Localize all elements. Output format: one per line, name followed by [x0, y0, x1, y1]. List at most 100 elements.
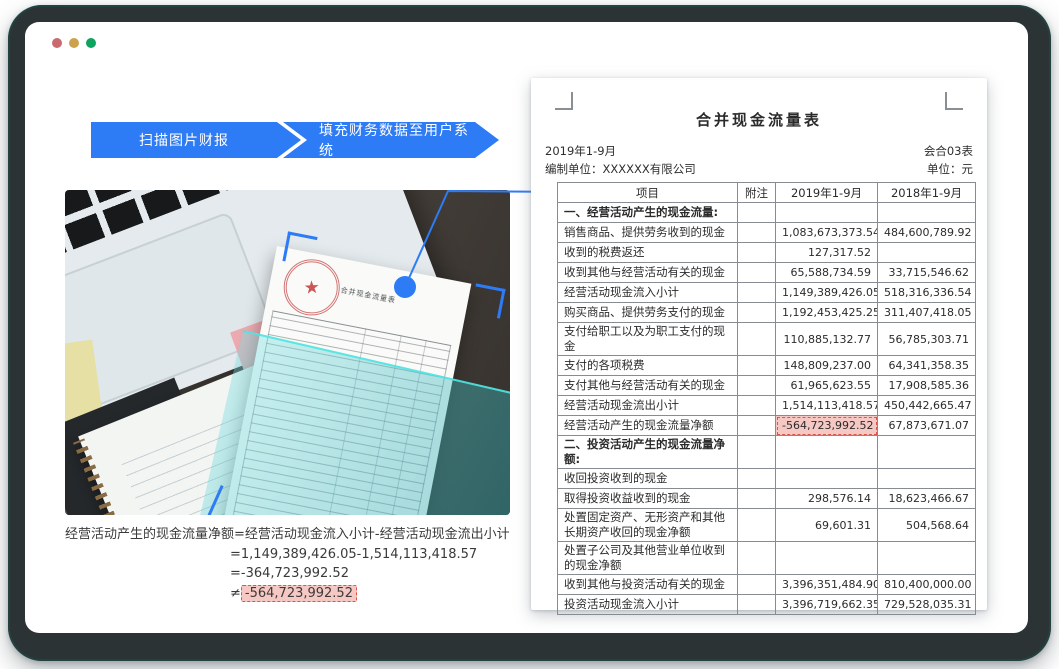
table-cell: 投资活动现金流入小计: [558, 595, 738, 615]
table-cell: 110,885,132.77: [776, 323, 878, 356]
statement-unit: 单位：元: [927, 161, 973, 177]
table-row: 二、投资活动产生的现金流量净额:: [558, 436, 976, 469]
page-meta-row-1: 2019年1-9月 会合03表: [545, 143, 973, 159]
table-row: 经营活动现金流出小计1,514,113,418.57450,442,665.47: [558, 396, 976, 416]
table-cell: 1,149,389,426.05: [776, 283, 878, 303]
step-fill-label: 填充财务数据至用户系统: [319, 120, 481, 160]
table-cell: 729,528,035.31: [878, 595, 976, 615]
table-cell: 经营活动现金流入小计: [558, 283, 738, 303]
table-cell: [738, 243, 776, 263]
table-cell: 1,083,673,373.54: [776, 223, 878, 243]
window-controls: [52, 38, 96, 48]
table-cell: [878, 243, 976, 263]
table-cell: 298,576.14: [776, 489, 878, 509]
not-equal-operator: ≠: [230, 586, 241, 601]
table-cell: [776, 542, 878, 575]
table-cell: 65,588,734.59: [776, 263, 878, 283]
statement-sheet-no: 会合03表: [924, 143, 973, 159]
table-row: 处置子公司及其他营业单位收到的现金净额: [558, 542, 976, 575]
table-row: 购买商品、提供劳务支付的现金1,192,453,425.25311,407,41…: [558, 303, 976, 323]
table-cell: 处置子公司及其他营业单位收到的现金净额: [558, 542, 738, 575]
table-cell: 支付的各项税费: [558, 356, 738, 376]
table-cell: [878, 436, 976, 469]
table-row: 收到其他与投资活动有关的现金3,396,351,484.90810,400,00…: [558, 575, 976, 595]
col-header-2019: 2019年1-9月: [776, 183, 878, 203]
table-cell: [878, 542, 976, 575]
table-header-row: 项目 附注 2019年1-9月 2018年1-9月: [558, 183, 976, 203]
table-cell: 销售商品、提供劳务收到的现金: [558, 223, 738, 243]
close-button[interactable]: [52, 38, 62, 48]
table-row: 经营活动现金流入小计 1,149,389,426.05518,316,336.54: [558, 283, 976, 303]
col-header-note: 附注: [738, 183, 776, 203]
table-cell: [738, 469, 776, 489]
step-scan-label: 扫描图片财报: [139, 130, 229, 150]
table-row: 支付的各项税费 148,809,237.0064,341,358.35: [558, 356, 976, 376]
table-row: 支付其他与经营活动有关的现金61,965,623.5517,908,585.36: [558, 376, 976, 396]
table-cell: 148,809,237.00: [776, 356, 878, 376]
table-cell: -564,723,992.52: [776, 416, 878, 436]
table-cell: 18,623,466.67: [878, 489, 976, 509]
table-cell: 二、投资活动产生的现金流量净额:: [558, 436, 738, 469]
table-cell: [738, 283, 776, 303]
table-cell: 17,908,585.36: [878, 376, 976, 396]
table-cell: 518,316,336.54: [878, 283, 976, 303]
table-cell: [738, 575, 776, 595]
document-page: 合并现金流量表 2019年1-9月 会合03表 编制单位：XXXXXX有限公司 …: [531, 78, 987, 610]
table-row: 收到的税费返还 127,317.52: [558, 243, 976, 263]
table-cell: [738, 223, 776, 243]
table-cell: 484,600,789.92: [878, 223, 976, 243]
table-cell: 69,601.31: [776, 509, 878, 542]
table-cell: 购买商品、提供劳务支付的现金: [558, 303, 738, 323]
app-window: 扫描图片财报 填充财务数据至用户系统 合并现金流量表: [8, 5, 1051, 661]
table-cell: [738, 416, 776, 436]
formula-line-2: =1,149,389,426.05-1,514,113,418.57: [230, 545, 525, 565]
cash-flow-table: 项目 附注 2019年1-9月 2018年1-9月 一、经营活动产生的现金流量:…: [557, 182, 976, 615]
desk-photo: 合并现金流量表 ★: [65, 190, 510, 515]
table-cell: 支付给职工以及为职工支付的现金: [558, 323, 738, 356]
table-row: 收到其他与经营活动有关的现金 65,588,734.5933,715,546.62: [558, 263, 976, 283]
table-cell: 处置固定资产、无形资产和其他长期资产收回的现金净额: [558, 509, 738, 542]
formula-line-3: =-364,723,992.52: [230, 564, 525, 584]
statement-period: 2019年1-9月: [545, 143, 616, 159]
table-cell: 64,341,358.35: [878, 356, 976, 376]
table-row: 一、经营活动产生的现金流量:: [558, 203, 976, 223]
table-cell: [776, 436, 878, 469]
table-cell: [738, 263, 776, 283]
red-stamp: ★: [282, 258, 341, 317]
table-cell: 3,396,719,662.35: [776, 595, 878, 615]
window-content: 扫描图片财报 填充财务数据至用户系统 合并现金流量表: [25, 22, 1028, 633]
col-header-item: 项目: [558, 183, 738, 203]
table-cell: 1,192,453,425.25: [776, 303, 878, 323]
col-header-2018: 2018年1-9月: [878, 183, 976, 203]
table-row: 收回投资收到的现金: [558, 469, 976, 489]
table-cell: 810,400,000.00: [878, 575, 976, 595]
table-cell: 33,715,546.62: [878, 263, 976, 283]
formula-line-1: 经营活动产生的现金流量净额=经营活动现金流入小计-经营活动现金流出小计: [65, 525, 525, 545]
table-cell: [738, 595, 776, 615]
table-row: 支付给职工以及为职工支付的现金110,885,132.7756,785,303.…: [558, 323, 976, 356]
table-row: 处置固定资产、无形资产和其他长期资产收回的现金净额 69,601.31504,56…: [558, 509, 976, 542]
table-cell: 450,442,665.47: [878, 396, 976, 416]
table-row: 投资活动现金流入小计 3,396,719,662.35729,528,035.31: [558, 595, 976, 615]
table-cell: 经营活动现金流出小计: [558, 396, 738, 416]
table-cell: 收到其他与经营活动有关的现金: [558, 263, 738, 283]
table-cell: 收到的税费返还: [558, 243, 738, 263]
scan-overlay: [190, 330, 510, 515]
table-cell: 127,317.52: [776, 243, 878, 263]
table-cell: 504,568.64: [878, 509, 976, 542]
table-cell: [738, 203, 776, 223]
table-cell: 收到其他与投资活动有关的现金: [558, 575, 738, 595]
table-cell: [738, 396, 776, 416]
table-cell: [738, 376, 776, 396]
crop-mark-top-left-icon: [555, 92, 573, 110]
table-cell: [878, 203, 976, 223]
table-cell: [738, 542, 776, 575]
statement-prepared-by: 编制单位：XXXXXX有限公司: [545, 161, 696, 177]
mismatch-value-highlight: -564,723,992.52: [241, 585, 357, 602]
table-cell: 支付其他与经营活动有关的现金: [558, 376, 738, 396]
minimize-button[interactable]: [69, 38, 79, 48]
zoom-button[interactable]: [86, 38, 96, 48]
table-row: 销售商品、提供劳务收到的现金 1,083,673,373.54484,600,78…: [558, 223, 976, 243]
crop-mark-top-right-icon: [945, 92, 963, 110]
table-cell: 经营活动产生的现金流量净额: [558, 416, 738, 436]
